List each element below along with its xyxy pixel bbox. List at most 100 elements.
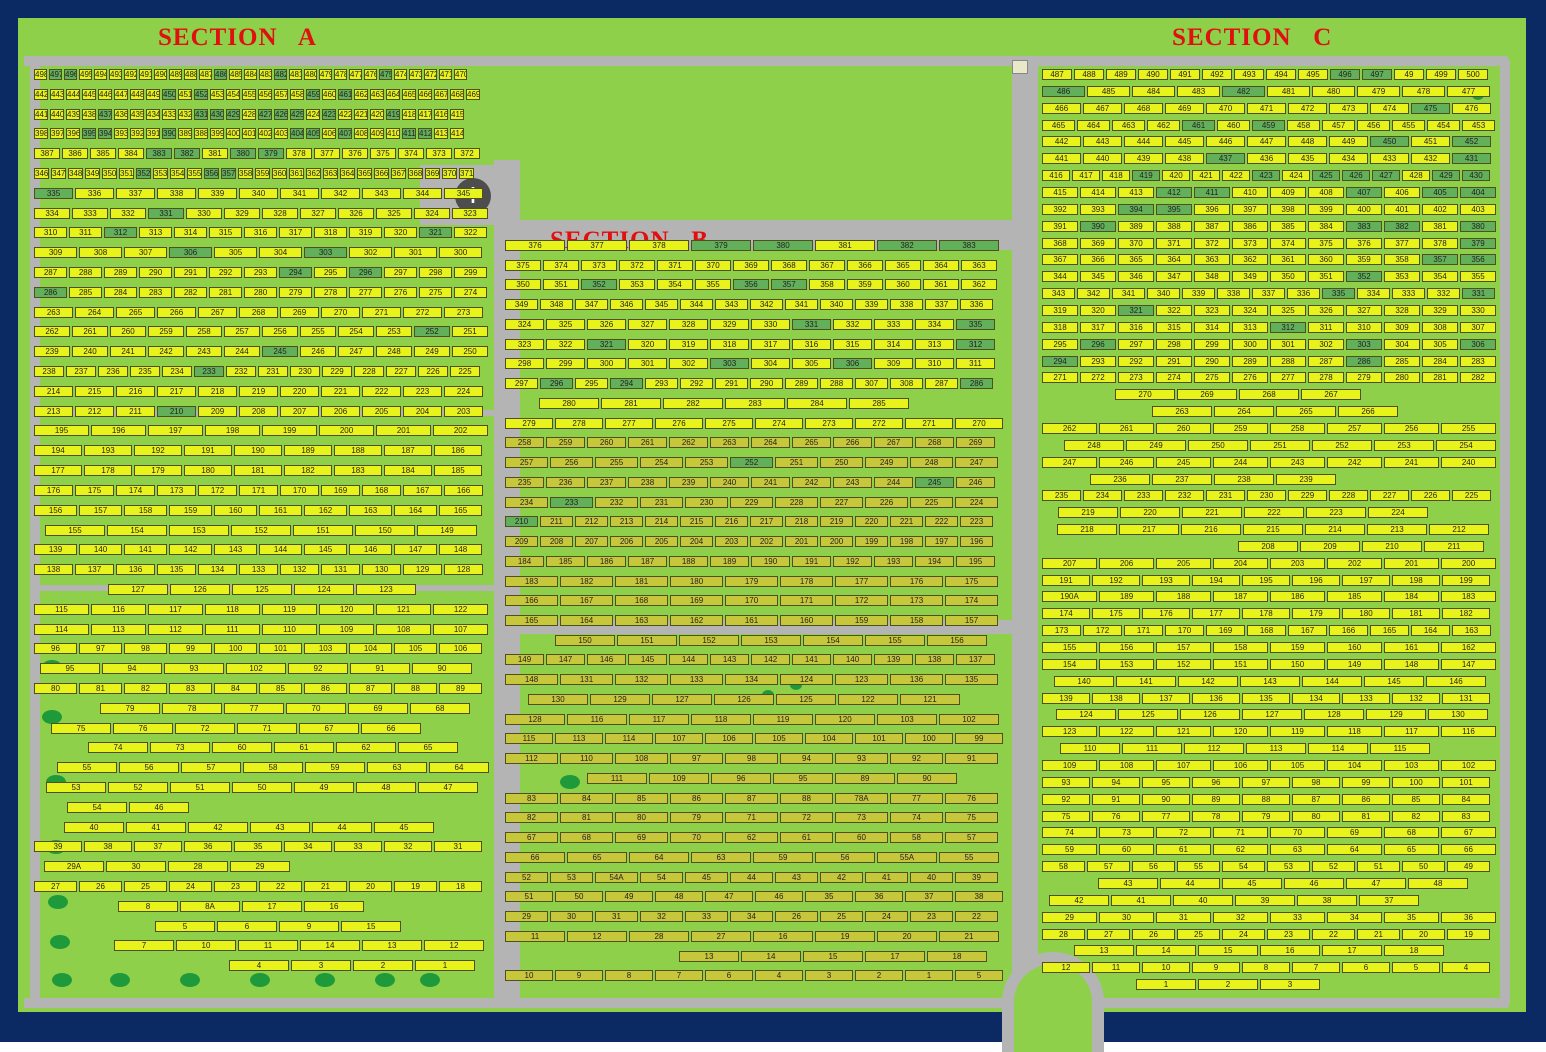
plot-c-260[interactable]: 260 xyxy=(1156,423,1211,434)
plot-b-317[interactable]: 317 xyxy=(751,339,790,350)
plot-a-228[interactable]: 228 xyxy=(354,366,384,377)
plot-c-341[interactable]: 341 xyxy=(1112,288,1145,299)
plot-c-285[interactable]: 285 xyxy=(1384,356,1420,367)
plot-c-359[interactable]: 359 xyxy=(1346,254,1382,265)
plot-a-223[interactable]: 223 xyxy=(403,386,442,397)
plot-a-299[interactable]: 299 xyxy=(454,267,487,278)
plot-c-195[interactable]: 195 xyxy=(1242,575,1290,586)
plot-a-28[interactable]: 28 xyxy=(168,861,228,872)
plot-b-210[interactable]: 210 xyxy=(505,516,538,527)
plot-b-90[interactable]: 90 xyxy=(897,773,957,784)
plot-a-353[interactable]: 353 xyxy=(153,168,168,179)
plot-b-348[interactable]: 348 xyxy=(540,299,573,310)
plot-a-237[interactable]: 237 xyxy=(66,366,96,377)
plot-c-348[interactable]: 348 xyxy=(1194,271,1230,282)
plot-a-160[interactable]: 160 xyxy=(214,505,257,516)
plot-c-264[interactable]: 264 xyxy=(1214,406,1274,417)
plot-b-377[interactable]: 377 xyxy=(567,240,627,251)
plot-a-481[interactable]: 481 xyxy=(289,69,302,80)
plot-b-260[interactable]: 260 xyxy=(587,437,626,448)
plot-c-482[interactable]: 482 xyxy=(1222,86,1265,97)
plot-c-363[interactable]: 363 xyxy=(1194,254,1230,265)
plot-c-228[interactable]: 228 xyxy=(1329,490,1368,501)
plot-b-86[interactable]: 86 xyxy=(670,793,723,804)
plot-b-183[interactable]: 183 xyxy=(505,576,558,587)
plot-a-268[interactable]: 268 xyxy=(239,307,278,318)
plot-b-307[interactable]: 307 xyxy=(855,378,888,389)
plot-c-270[interactable]: 270 xyxy=(1115,389,1175,400)
plot-a-194[interactable]: 194 xyxy=(34,445,82,456)
plot-b-256[interactable]: 256 xyxy=(550,457,593,468)
plot-a-323[interactable]: 323 xyxy=(452,208,488,219)
plot-a-458[interactable]: 458 xyxy=(290,89,304,100)
plot-c-94[interactable]: 94 xyxy=(1092,777,1140,788)
plot-a-413[interactable]: 413 xyxy=(434,128,448,139)
plot-b-251[interactable]: 251 xyxy=(775,457,818,468)
plot-b-228[interactable]: 228 xyxy=(775,497,818,508)
plot-c-73[interactable]: 73 xyxy=(1099,827,1154,838)
plot-b-32[interactable]: 32 xyxy=(640,911,683,922)
plot-c-273[interactable]: 273 xyxy=(1118,372,1154,383)
plot-c-153[interactable]: 153 xyxy=(1099,659,1154,670)
plot-b-14[interactable]: 14 xyxy=(741,951,801,962)
plot-a-492[interactable]: 492 xyxy=(124,69,137,80)
plot-c-436[interactable]: 436 xyxy=(1247,153,1286,164)
plot-c-77[interactable]: 77 xyxy=(1142,811,1190,822)
plot-c-454[interactable]: 454 xyxy=(1427,120,1460,131)
plot-b-226[interactable]: 226 xyxy=(865,497,908,508)
plot-c-119[interactable]: 119 xyxy=(1270,726,1325,737)
plot-a-133[interactable]: 133 xyxy=(239,564,278,575)
plot-a-26[interactable]: 26 xyxy=(79,881,122,892)
plot-b-19[interactable]: 19 xyxy=(815,931,875,942)
plot-a-93[interactable]: 93 xyxy=(164,663,224,674)
plot-a-277[interactable]: 277 xyxy=(349,287,382,298)
plot-c-69[interactable]: 69 xyxy=(1327,827,1382,838)
plot-a-106[interactable]: 106 xyxy=(439,643,482,654)
plot-c-470[interactable]: 470 xyxy=(1206,103,1245,114)
plot-c-10[interactable]: 10 xyxy=(1142,962,1190,973)
plot-c-321[interactable]: 321 xyxy=(1118,305,1154,316)
plot-a-92[interactable]: 92 xyxy=(288,663,348,674)
plot-a-252[interactable]: 252 xyxy=(414,326,450,337)
plot-b-216[interactable]: 216 xyxy=(715,516,748,527)
plot-b-40[interactable]: 40 xyxy=(910,872,953,883)
plot-a-297[interactable]: 297 xyxy=(384,267,417,278)
plot-c-93[interactable]: 93 xyxy=(1042,777,1090,788)
plot-c-406[interactable]: 406 xyxy=(1384,187,1420,198)
plot-a-411[interactable]: 411 xyxy=(402,128,416,139)
plot-b-137[interactable]: 137 xyxy=(956,654,995,665)
plot-b-148[interactable]: 148 xyxy=(505,674,558,685)
plot-a-374[interactable]: 374 xyxy=(398,148,424,159)
plot-c-494[interactable]: 494 xyxy=(1266,69,1296,80)
plot-a-333[interactable]: 333 xyxy=(72,208,108,219)
plot-b-291[interactable]: 291 xyxy=(715,378,748,389)
plot-c-320[interactable]: 320 xyxy=(1080,305,1116,316)
plot-b-338[interactable]: 338 xyxy=(890,299,923,310)
plot-b-39[interactable]: 39 xyxy=(955,872,998,883)
plot-a-343[interactable]: 343 xyxy=(362,188,401,199)
plot-c-418[interactable]: 418 xyxy=(1102,170,1130,181)
plot-a-388[interactable]: 388 xyxy=(194,128,208,139)
plot-b-306[interactable]: 306 xyxy=(833,358,872,369)
plot-b-334[interactable]: 334 xyxy=(915,319,954,330)
plot-c-92[interactable]: 92 xyxy=(1042,794,1090,805)
plot-c-369[interactable]: 369 xyxy=(1080,238,1116,249)
plot-c-204[interactable]: 204 xyxy=(1213,558,1268,569)
plot-b-243[interactable]: 243 xyxy=(833,477,872,488)
plot-c-221[interactable]: 221 xyxy=(1182,507,1242,518)
plot-a-331[interactable]: 331 xyxy=(148,208,184,219)
plot-c-368[interactable]: 368 xyxy=(1042,238,1078,249)
plot-c-284[interactable]: 284 xyxy=(1422,356,1458,367)
plot-b-87[interactable]: 87 xyxy=(725,793,778,804)
plot-c-118[interactable]: 118 xyxy=(1327,726,1382,737)
plot-c-5[interactable]: 5 xyxy=(1392,962,1440,973)
plot-c-205[interactable]: 205 xyxy=(1156,558,1211,569)
plot-c-130[interactable]: 130 xyxy=(1428,709,1488,720)
plot-c-160[interactable]: 160 xyxy=(1327,642,1382,653)
plot-a-285[interactable]: 285 xyxy=(69,287,102,298)
plot-b-2[interactable]: 2 xyxy=(855,970,903,981)
plot-b-380[interactable]: 380 xyxy=(753,240,813,251)
plot-c-163[interactable]: 163 xyxy=(1452,625,1491,636)
plot-b-310[interactable]: 310 xyxy=(915,358,954,369)
plot-c-212[interactable]: 212 xyxy=(1429,524,1489,535)
